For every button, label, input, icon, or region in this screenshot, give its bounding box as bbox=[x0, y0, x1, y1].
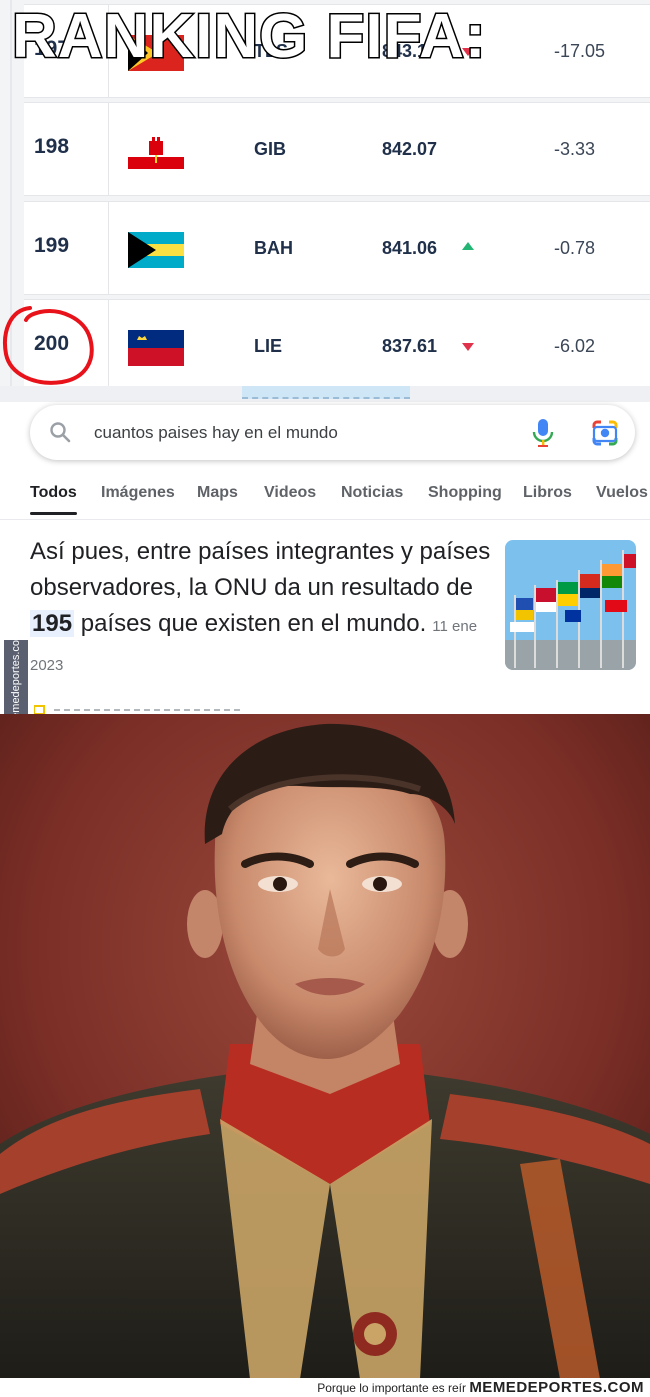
tab-libros[interactable]: Libros bbox=[523, 484, 572, 502]
tab-videos[interactable]: Videos bbox=[264, 484, 316, 502]
google-search-panel: cuantos paises hay en el mundo Todos Imá… bbox=[0, 386, 650, 714]
ranking-row-198[interactable]: 198 GIB 842.07 -3.33 bbox=[24, 102, 650, 196]
tab-maps[interactable]: Maps bbox=[197, 484, 238, 502]
ranking-position: 198 bbox=[34, 135, 70, 158]
tab-todos[interactable]: Todos bbox=[30, 484, 77, 515]
search-icon[interactable] bbox=[48, 420, 72, 444]
trend-up-icon bbox=[462, 242, 474, 250]
microphone-icon[interactable] bbox=[532, 418, 554, 448]
featured-snippet: Así pues, entre países integrantes y paí… bbox=[30, 534, 500, 684]
ranking-position: 199 bbox=[34, 234, 70, 257]
google-lens-icon[interactable] bbox=[590, 418, 620, 448]
snippet-highlight: 195 bbox=[30, 610, 75, 637]
tab-imagenes[interactable]: Imágenes bbox=[101, 484, 175, 502]
flag-liechtenstein-icon bbox=[128, 330, 184, 366]
points: 837.61 bbox=[382, 336, 438, 356]
country-code: GIB bbox=[254, 139, 287, 159]
snippet-text-before: Así pues, entre países integrantes y paí… bbox=[30, 538, 491, 601]
truncated-result-link bbox=[34, 705, 244, 714]
trend-down-icon bbox=[462, 343, 474, 351]
snippet-text-after: países que existen en el mundo. bbox=[74, 610, 427, 637]
points-change: -6.02 bbox=[554, 336, 596, 356]
footer-brand[interactable]: MEMEDEPORTES.COM bbox=[469, 1379, 644, 1396]
points-change: -17.05 bbox=[554, 41, 606, 61]
flags-thumbnail[interactable] bbox=[505, 540, 636, 670]
fifa-ranking-panel: 197 TLS 843.1 -17.05 198 GIB 842.07 -3.3… bbox=[0, 0, 650, 386]
ranking-row-199[interactable]: 199 BAH 841.06 -0.78 bbox=[24, 201, 650, 295]
points: 841.06 bbox=[382, 238, 438, 258]
footer-tagline: Porque lo importante es reír bbox=[317, 1381, 466, 1395]
country-code: LIE bbox=[254, 336, 283, 356]
footer-bar: Porque lo importante es reír MEMEDEPORTE… bbox=[0, 1378, 650, 1397]
points-change: -3.33 bbox=[554, 139, 596, 159]
search-input[interactable]: cuantos paises hay en el mundo bbox=[94, 423, 338, 443]
tab-shopping[interactable]: Shopping bbox=[428, 484, 502, 502]
ranking-position: 200 bbox=[34, 332, 70, 355]
points: 842.07 bbox=[382, 139, 438, 159]
search-bar[interactable]: cuantos paises hay en el mundo bbox=[30, 405, 635, 460]
footer-tag: Porque lo importante es reír MEMEDEPORTE… bbox=[317, 1379, 644, 1396]
ranking-row-200[interactable]: 200 LIE 837.61 -6.02 bbox=[24, 299, 650, 386]
points-change: -0.78 bbox=[554, 238, 596, 258]
doodle-strip bbox=[242, 386, 410, 399]
flag-bahamas-icon bbox=[128, 232, 184, 268]
country-code: BAH bbox=[254, 238, 293, 258]
flag-gibraltar-icon bbox=[128, 133, 184, 169]
tab-vuelos[interactable]: Vuelos bbox=[596, 484, 648, 502]
portrait-image bbox=[0, 714, 650, 1379]
search-tabs: Todos Imágenes Maps Videos Noticias Shop… bbox=[0, 480, 650, 520]
meme-title: RANKING FIFA: bbox=[11, 1, 488, 73]
tab-noticias[interactable]: Noticias bbox=[341, 484, 403, 502]
